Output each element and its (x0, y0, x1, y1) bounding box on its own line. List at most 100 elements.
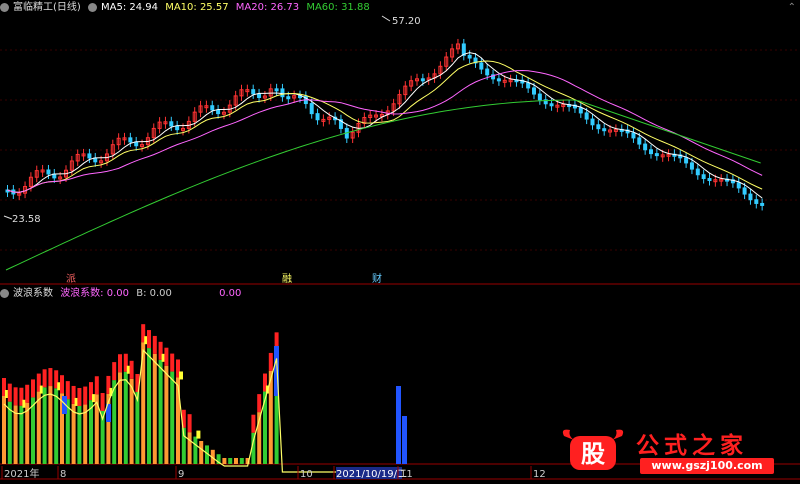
candle-body (602, 128, 607, 132)
wave-marker (196, 430, 201, 439)
wave-bar (152, 353, 157, 464)
high-price-label: 57.20 (392, 16, 421, 27)
candle-body (87, 153, 92, 159)
indicator-value-b: B: 0.00 (136, 288, 172, 299)
wave-bar (19, 405, 24, 464)
wave-bar-top (7, 383, 12, 402)
wave-marker (179, 371, 183, 380)
candle-body (631, 132, 636, 139)
panel-settings-icon[interactable] (0, 2, 9, 12)
ma20-label: MA20: 26.73 (235, 2, 300, 13)
wave-bar-top (25, 384, 30, 403)
candle-body (689, 162, 694, 170)
candle-body (485, 68, 490, 76)
wave-bar-top (100, 393, 105, 411)
candle-body (760, 202, 765, 206)
wave-bar (118, 372, 122, 464)
indicator-settings-icon[interactable] (0, 288, 9, 298)
time-axis-label: 12 (533, 469, 546, 480)
wave-bar (13, 405, 18, 464)
candle-body (315, 113, 320, 121)
ma60-line (5, 99, 761, 271)
chevron-up-icon[interactable]: ⌃ (788, 0, 796, 16)
candle-body (695, 168, 700, 176)
ma5-label: MA5: 24.94 (101, 2, 159, 13)
watermark: 股 公式之家 www.gszj100.com (558, 426, 778, 480)
candle-body (643, 143, 648, 151)
wave-bar (54, 388, 59, 464)
candle-body (210, 105, 215, 111)
candle-body (420, 78, 425, 82)
wave-bar-top (48, 368, 53, 387)
high-price-pointer (381, 15, 391, 22)
candle-body (175, 125, 180, 131)
kline-chart[interactable]: 57.20 23.58 派 融 财 (0, 0, 800, 285)
candle-body (257, 93, 262, 99)
candle-body (216, 109, 221, 115)
wave-bar (135, 392, 140, 464)
indicator-name: 波浪系数 (13, 288, 53, 299)
ma10-label: MA10: 25.57 (165, 2, 229, 13)
wave-bar (129, 378, 134, 464)
time-axis-label: 8 (60, 469, 66, 480)
candle-body (707, 178, 712, 182)
candle-body (736, 182, 741, 189)
wave-bar-top (94, 376, 99, 395)
ma-settings-icon[interactable] (88, 2, 97, 12)
candle-body (309, 103, 314, 115)
time-axis-label: 10 (300, 469, 313, 480)
main-header: 富临精工(日线) MA5: 24.94 MA10: 25.57 MA20: 26… (0, 0, 374, 16)
candle-body (590, 118, 595, 126)
wave-bar (48, 386, 53, 464)
candle-body (637, 137, 642, 145)
event-marker: 融 (282, 273, 292, 285)
wave-bar (239, 458, 244, 464)
sell-bar (396, 386, 401, 464)
stock-title: 富临精工(日线) (13, 2, 81, 13)
indicator-header: 波浪系数 波浪系数: 0.00 B: 0.00 0.00 (0, 286, 245, 302)
candle-body (748, 193, 753, 201)
wave-bar (36, 391, 41, 464)
wave-bar-top (152, 335, 157, 354)
wave-bar (170, 371, 175, 464)
candle-body (526, 82, 531, 89)
wave-bar (123, 371, 128, 464)
watermark-text: 公式之家 (636, 432, 748, 459)
candle-body (169, 121, 174, 127)
candle-body (701, 174, 706, 180)
wave-bar-top (42, 369, 47, 388)
indicator-value-a: 波浪系数: 0.00 (60, 288, 130, 299)
candle-body (654, 153, 659, 157)
candle-body (251, 89, 256, 95)
ma10-line (7, 60, 763, 193)
wave-bar-top (187, 414, 192, 433)
low-price-pointer (3, 215, 13, 220)
main-kline-panel[interactable]: 57.20 23.58 派 融 财 富临精工(日线) MA5: 24.94 MA10: … (0, 0, 800, 285)
wave-bar-top (129, 360, 134, 379)
candle-body (496, 78, 501, 82)
event-marker: 派 (66, 273, 76, 285)
wave-bar (234, 458, 238, 464)
candle-body (532, 87, 536, 95)
candle-body (549, 103, 554, 107)
candle-body (584, 112, 589, 120)
wave-bar-top (268, 352, 273, 371)
sell-bar (402, 416, 407, 464)
candle-body (479, 62, 484, 70)
wave-bar (77, 405, 82, 464)
wave-bar-top (31, 379, 35, 398)
candle-body (274, 88, 279, 92)
wave-bar-top (170, 353, 175, 372)
candle-body (742, 187, 747, 195)
wave-bar-top (83, 386, 88, 405)
candle-body (537, 93, 542, 101)
candle-body (128, 137, 133, 143)
candle-body (467, 54, 472, 59)
low-price-label: 23.58 (12, 214, 41, 225)
time-axis-label: 9 (178, 469, 184, 480)
candle-body (754, 199, 759, 204)
indicator-value-c: 0.00 (219, 288, 242, 299)
wave-bar-top (118, 354, 122, 373)
candle-body (134, 141, 139, 147)
candle-body (596, 124, 601, 130)
